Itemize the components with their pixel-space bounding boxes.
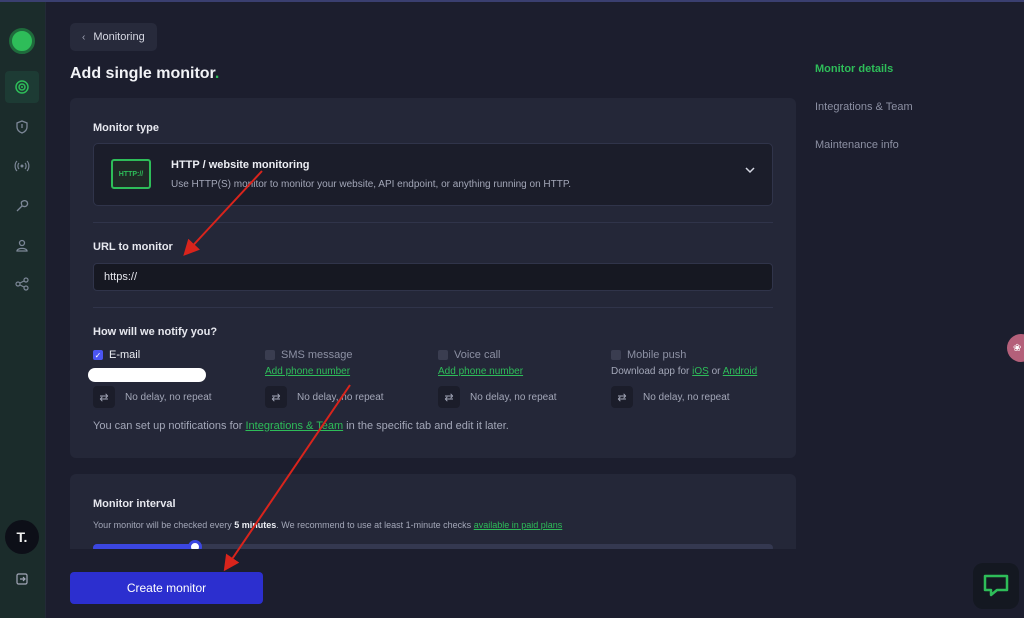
section-nav-maintenance[interactable]: Maintenance info xyxy=(815,139,913,177)
monitor-type-description: Use HTTP(S) monitor to monitor your webs… xyxy=(171,179,571,190)
share-icon xyxy=(15,277,29,291)
voice-repeat-row[interactable]: ⇄ No delay, no repeat xyxy=(438,386,598,408)
integrations-nav-icon[interactable] xyxy=(11,195,33,217)
sidebar: T. xyxy=(0,2,46,618)
push-download-text: Download app for iOS or Android xyxy=(611,366,758,377)
repeat-icon: ⇄ xyxy=(611,386,633,408)
page-title: Add single monitor. xyxy=(70,65,220,82)
side-widget-icon[interactable]: ❀ xyxy=(1007,334,1024,362)
share-nav-icon[interactable] xyxy=(11,273,33,295)
section-nav-integrations[interactable]: Integrations & Team xyxy=(815,101,913,139)
sms-repeat-text: No delay, no repeat xyxy=(297,391,384,403)
user-icon xyxy=(16,239,28,252)
monitor-type-label: Monitor type xyxy=(93,122,159,134)
sms-checkbox[interactable] xyxy=(265,350,275,360)
repeat-icon: ⇄ xyxy=(265,386,287,408)
back-to-monitoring-button[interactable]: ‹ Monitoring xyxy=(70,23,157,51)
email-label: E-mail xyxy=(109,349,141,361)
voice-add-phone-link[interactable]: Add phone number xyxy=(438,366,598,380)
user-avatar[interactable]: T. xyxy=(5,520,39,554)
heartbeat-nav-icon[interactable] xyxy=(11,155,33,177)
logout-icon[interactable] xyxy=(14,571,30,587)
integrations-team-link[interactable]: Integrations & Team xyxy=(245,420,343,432)
email-checkbox-row[interactable]: ✓ E-mail xyxy=(93,348,253,362)
voice-checkbox-row[interactable]: Voice call xyxy=(438,348,598,362)
monitor-type-title: HTTP / website monitoring xyxy=(171,159,310,171)
chat-icon xyxy=(983,574,1009,597)
redacted-email-address xyxy=(88,368,206,382)
shield-icon xyxy=(16,120,28,134)
chevron-down-icon[interactable] xyxy=(744,163,756,177)
team-nav-icon[interactable] xyxy=(11,234,33,256)
incidents-nav-icon[interactable] xyxy=(11,116,33,138)
monitors-nav-icon[interactable] xyxy=(11,76,33,98)
wrench-icon xyxy=(16,199,29,212)
sms-checkbox-row[interactable]: SMS message xyxy=(265,348,425,362)
ios-app-link[interactable]: iOS xyxy=(692,366,709,377)
monitor-type-select[interactable]: HTTP:// HTTP / website monitoring Use HT… xyxy=(93,143,773,206)
voice-checkbox[interactable] xyxy=(438,350,448,360)
create-monitor-button[interactable]: Create monitor xyxy=(70,572,263,604)
notify-note: You can set up notifications for Integra… xyxy=(93,420,509,432)
email-checkbox[interactable]: ✓ xyxy=(93,350,103,360)
chat-support-button[interactable] xyxy=(973,563,1019,609)
window-top-border xyxy=(0,0,1024,2)
repeat-icon: ⇄ xyxy=(438,386,460,408)
url-input[interactable] xyxy=(93,263,773,291)
interval-label: Monitor interval xyxy=(93,498,176,510)
http-monitor-icon: HTTP:// xyxy=(111,159,151,189)
email-repeat-row[interactable]: ⇄ No delay, no repeat xyxy=(93,386,253,408)
paid-plans-link[interactable]: available in paid plans xyxy=(474,520,563,530)
app-logo[interactable] xyxy=(9,28,35,54)
notify-voice-column: Voice call Add phone number ⇄ No delay, … xyxy=(438,348,598,408)
section-nav-monitor-details[interactable]: Monitor details xyxy=(815,63,913,101)
voice-label: Voice call xyxy=(454,349,501,361)
notify-push-column: Mobile push Download app for iOS or Andr… xyxy=(611,348,781,408)
sms-add-phone-link[interactable]: Add phone number xyxy=(265,366,425,380)
repeat-icon: ⇄ xyxy=(93,386,115,408)
chevron-left-icon: ‹ xyxy=(82,31,86,43)
interval-note: Your monitor will be checked every 5 min… xyxy=(93,520,563,530)
push-repeat-text: No delay, no repeat xyxy=(643,391,730,403)
push-checkbox-row[interactable]: Mobile push xyxy=(611,348,781,362)
android-app-link[interactable]: Android xyxy=(723,366,757,377)
broadcast-icon xyxy=(14,160,30,172)
divider xyxy=(93,307,773,308)
monitor-details-card: Monitor type HTTP:// HTTP / website moni… xyxy=(70,98,796,458)
push-label: Mobile push xyxy=(627,349,687,361)
sms-repeat-row[interactable]: ⇄ No delay, no repeat xyxy=(265,386,425,408)
url-label: URL to monitor xyxy=(93,241,173,253)
push-repeat-row[interactable]: ⇄ No delay, no repeat xyxy=(611,386,781,408)
divider xyxy=(93,222,773,223)
push-checkbox[interactable] xyxy=(611,350,621,360)
voice-repeat-text: No delay, no repeat xyxy=(470,391,557,403)
sms-label: SMS message xyxy=(281,349,353,361)
email-repeat-text: No delay, no repeat xyxy=(125,391,212,403)
section-nav: Monitor details Integrations & Team Main… xyxy=(815,63,913,177)
back-button-label: Monitoring xyxy=(93,31,145,43)
notify-label: How will we notify you? xyxy=(93,326,218,338)
target-icon xyxy=(15,80,29,94)
notify-sms-column: SMS message Add phone number ⇄ No delay,… xyxy=(265,348,425,408)
